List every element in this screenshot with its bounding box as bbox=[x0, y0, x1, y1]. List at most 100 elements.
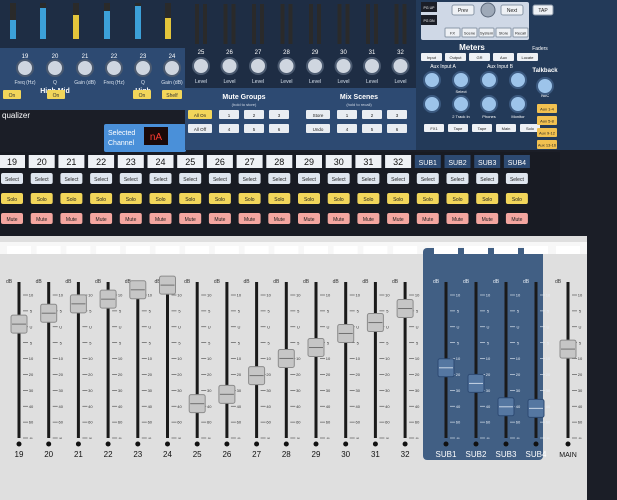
select-label: Select bbox=[213, 177, 228, 183]
mixer-console: 19 20 21 22 23 24 Freq (Hz) Q Gain (dB) … bbox=[0, 0, 617, 500]
monitor-knob[interactable] bbox=[423, 95, 441, 113]
fader-scale-mark: 20 bbox=[177, 372, 182, 377]
select-label: Select bbox=[64, 177, 79, 183]
fader-scale-mark: 10 bbox=[578, 293, 583, 298]
fader-scale-mark: 30 bbox=[296, 388, 301, 393]
level-knob[interactable] bbox=[363, 57, 381, 75]
level-number: 30 bbox=[340, 50, 347, 56]
level-knob[interactable] bbox=[391, 57, 410, 75]
nav-row-label: Scene bbox=[464, 31, 476, 36]
level-label: Level bbox=[281, 79, 293, 85]
fader-scale-mark: 20 bbox=[29, 372, 34, 377]
mute-label: Mute bbox=[214, 217, 225, 223]
fader-led bbox=[165, 441, 170, 447]
fader-scale-mark: 10 bbox=[486, 356, 491, 361]
scribble-strip bbox=[393, 246, 418, 254]
fader-led bbox=[443, 441, 449, 447]
eq-knob-label: Freq (Hz) bbox=[14, 80, 35, 86]
talkback-label: Talkback bbox=[532, 68, 558, 74]
level-meter-left bbox=[337, 4, 342, 44]
fader-scale-mark: U bbox=[356, 324, 359, 329]
nav-encoder[interactable] bbox=[480, 2, 496, 18]
fader-scale-mark: 10 bbox=[578, 356, 583, 361]
scribble-strip bbox=[333, 246, 358, 254]
level-meter-left bbox=[309, 4, 313, 44]
channel-number: 19 bbox=[7, 157, 17, 167]
fader-scale-mark: 20 bbox=[486, 372, 491, 377]
fader-led bbox=[343, 441, 349, 447]
fader-led bbox=[372, 441, 378, 447]
aux-knob[interactable] bbox=[423, 71, 441, 89]
fader-label: 28 bbox=[282, 450, 291, 459]
eq-knob[interactable] bbox=[134, 59, 152, 77]
solo-label: Solo bbox=[482, 197, 492, 203]
fader-scale-mark: 10 bbox=[266, 293, 271, 298]
level-knob[interactable] bbox=[334, 57, 353, 75]
scribble-strip bbox=[155, 246, 180, 254]
aux-knob[interactable] bbox=[480, 71, 498, 89]
mute-label: Mute bbox=[125, 217, 136, 223]
channel-number: 29 bbox=[304, 157, 314, 167]
fader-scale-mark: 60 bbox=[578, 420, 583, 425]
fader-scale-mark: 40 bbox=[88, 404, 93, 409]
fader-scale-mark: 60 bbox=[148, 420, 153, 425]
channel-number: 31 bbox=[363, 157, 373, 167]
channel-number: SUB1 bbox=[419, 160, 437, 167]
monitor-knob[interactable] bbox=[509, 95, 527, 113]
mute-label: Mute bbox=[452, 217, 463, 223]
select-label: Select bbox=[421, 177, 436, 183]
level-knob[interactable] bbox=[306, 57, 324, 75]
fader-db-label: dB bbox=[36, 279, 43, 285]
eq-knob[interactable] bbox=[163, 59, 181, 77]
channel-number: SUB2 bbox=[448, 160, 466, 167]
nav-row-label: System bbox=[480, 31, 494, 36]
fader-db-label: dB bbox=[392, 279, 399, 285]
fader-led bbox=[194, 441, 200, 447]
select-label: Select bbox=[391, 177, 406, 183]
fader-scale-mark: 10 bbox=[415, 356, 420, 361]
fader-scale-mark: 30 bbox=[118, 388, 123, 393]
fader-label: MAIN bbox=[559, 452, 577, 459]
aux-knob[interactable] bbox=[452, 71, 470, 89]
fader-scale-mark: 60 bbox=[296, 420, 301, 425]
mixer-console-svg: 19 20 21 22 23 24 Freq (Hz) Q Gain (dB) … bbox=[0, 0, 617, 500]
fader-scale-mark: 30 bbox=[546, 388, 551, 393]
fader-scale-mark: ∞ bbox=[457, 436, 460, 441]
fader-scale-mark: U bbox=[297, 324, 300, 329]
monitor-knob[interactable] bbox=[452, 95, 470, 113]
eq-knob[interactable] bbox=[46, 59, 64, 77]
aux-knob[interactable] bbox=[509, 71, 527, 89]
solo-label: Solo bbox=[304, 197, 314, 203]
level-panel bbox=[185, 0, 416, 88]
fader-scale-mark: 20 bbox=[326, 372, 331, 377]
eq-knob[interactable] bbox=[76, 59, 94, 77]
eq-knob[interactable] bbox=[105, 59, 123, 77]
fader-scale-mark: 60 bbox=[385, 420, 390, 425]
fader-scale-mark: 40 bbox=[415, 404, 420, 409]
fader-scale-mark: U bbox=[237, 324, 240, 329]
scribble-strip bbox=[125, 246, 150, 254]
fader-scale-mark: 40 bbox=[486, 404, 491, 409]
solo-label: Solo bbox=[363, 197, 373, 203]
level-knob[interactable] bbox=[192, 57, 210, 75]
talkback-knob[interactable] bbox=[536, 77, 554, 95]
fader-label: 29 bbox=[312, 450, 321, 459]
fader-scale-mark: 10 bbox=[266, 356, 271, 361]
fader-scale-mark: ∞ bbox=[416, 436, 419, 441]
scribble-strip bbox=[524, 246, 548, 254]
fader-track bbox=[373, 282, 377, 438]
level-knob[interactable] bbox=[220, 57, 239, 75]
select-label: Select bbox=[243, 177, 258, 183]
monitor-knob[interactable] bbox=[480, 95, 498, 113]
fader-track bbox=[566, 282, 570, 438]
nav-row-label: Recall bbox=[515, 31, 526, 36]
level-knob[interactable] bbox=[277, 57, 296, 75]
fader-scale-mark: 60 bbox=[58, 420, 63, 425]
eq-knob[interactable] bbox=[16, 59, 34, 77]
level-number: 28 bbox=[283, 50, 290, 56]
fader-scale-mark: 30 bbox=[578, 388, 583, 393]
solo-label: Solo bbox=[155, 197, 165, 203]
fader-db-label: dB bbox=[95, 279, 102, 285]
fader-db-label: dB bbox=[333, 279, 340, 285]
level-knob[interactable] bbox=[249, 57, 267, 75]
